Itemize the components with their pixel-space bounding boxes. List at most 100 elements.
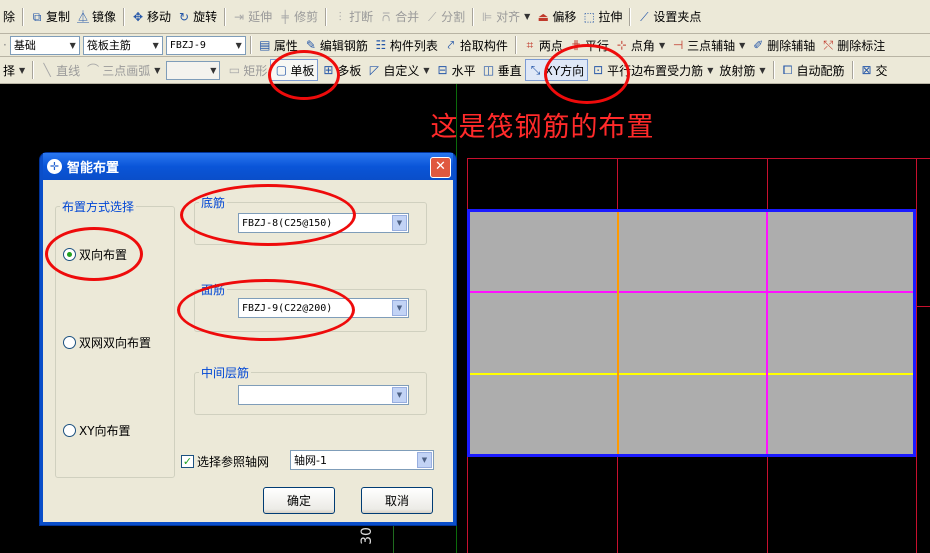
copy-button[interactable]: ⧉ 复制 <box>27 6 73 28</box>
ref-axis-checkbox[interactable]: ✓ 选择参照轴网 <box>181 453 269 470</box>
toolbar-separator <box>772 61 774 79</box>
extend-button[interactable]: ⇥ 延伸 <box>229 6 275 28</box>
trim-button[interactable]: ╪ 修剪 <box>275 6 321 28</box>
layer-select[interactable]: 基础 ▼ <box>9 35 80 55</box>
toolbar-separator <box>514 36 516 54</box>
rotate-icon: ↻ <box>179 9 190 24</box>
bottom-rebar-line[interactable] <box>470 373 913 375</box>
grid-line <box>467 158 930 159</box>
axis-grid-select[interactable]: 轴网-1 ▼ <box>290 450 434 470</box>
line-icon: ╲ <box>43 63 51 77</box>
split-icon: ⟋ <box>427 9 437 24</box>
radio-double-mesh[interactable]: 双网双向布置 <box>63 334 151 351</box>
custom-button[interactable]: ◸ 自定义 ▼ <box>364 59 432 81</box>
chevron-down-icon: ▼ <box>392 387 407 403</box>
dropdown-arrow-icon: ▼ <box>423 65 430 75</box>
offset-icon: ⏏ <box>537 9 549 24</box>
rectangle-icon: ▭ <box>228 63 241 77</box>
move-icon: ✥ <box>133 9 144 24</box>
grid-line <box>916 158 917 553</box>
toolbar-separator <box>32 61 34 79</box>
pick-icon: ⤤ <box>447 38 455 52</box>
close-icon: ✕ <box>435 159 446 174</box>
intersect-icon: ⊠ <box>861 63 872 77</box>
rebar-type-select[interactable]: 筏板主筋 ▼ <box>82 35 163 55</box>
cancel-button[interactable]: 取消 <box>361 487 433 514</box>
copy-icon: ⧉ <box>32 9 42 24</box>
dialog-title-bar[interactable]: ✛ 智能布置 <box>43 153 453 180</box>
component-name-select[interactable]: FBZJ-9 ▼ <box>165 35 246 55</box>
middle-rebar-select[interactable]: ▼ <box>238 385 409 405</box>
split-button[interactable]: ⟋ 分割 <box>422 6 468 28</box>
arc-icon: ⌒ <box>87 63 100 77</box>
ok-button[interactable]: 确定 <box>263 487 335 514</box>
toolbar-separator <box>851 61 853 79</box>
delete-label-icon: ⤲ <box>823 38 834 52</box>
offset-button[interactable]: ⏏ 偏移 <box>533 6 579 28</box>
dropdown-arrow-icon: ▼ <box>524 12 531 21</box>
axis-line <box>456 84 457 553</box>
toolbar-separator <box>472 7 474 26</box>
toolbar-separator <box>249 36 251 54</box>
stretch-button[interactable]: ⬚ 拉伸 <box>579 6 625 28</box>
radio-xy[interactable]: XY向布置 <box>63 422 131 439</box>
list-icon: ☷ <box>375 38 387 52</box>
highlight-ring-single-slab <box>268 50 340 100</box>
radio-indicator <box>63 424 76 437</box>
point-angle-icon: ⊹ <box>616 38 627 52</box>
custom-icon: ◸ <box>369 63 380 77</box>
align-button[interactable]: ⊫ 对齐 ▼ <box>477 6 533 28</box>
top-rebar-line-vertical[interactable] <box>766 212 768 454</box>
toolbar-separator <box>325 7 327 26</box>
dimension-label: 30 <box>358 527 375 545</box>
line-button[interactable]: ╲ 直线 <box>37 59 83 81</box>
pick-component-button[interactable]: ⤤ 拾取构件 <box>441 34 511 56</box>
rectangle-button[interactable]: ▭ 矩形 <box>224 59 270 81</box>
arc-mode-select[interactable]: ▼ <box>166 60 221 80</box>
mirror-button[interactable]: ⏅ 镜像 <box>73 6 119 28</box>
three-point-aux-button[interactable]: ⊣ 三点辅轴 ▼ <box>668 34 748 56</box>
select-button[interactable]: 择 ▼ <box>0 59 28 81</box>
mirror-icon: ⏅ <box>77 9 90 24</box>
component-list-button[interactable]: ☷ 构件列表 <box>371 34 441 56</box>
xy-direction-icon: ⤡ <box>530 63 541 77</box>
horizontal-button[interactable]: ⊟ 水平 <box>433 59 479 81</box>
draw-toolbar: 择 ▼ ╲ 直线 ⌒ 三点画弧 ▼ ▼ ▭ 矩形 ▢ 单板 ⊞ 多板 ◸ 自定义 ▼ ⊟ 水平 ◫ 垂… <box>0 57 930 84</box>
highlight-ring-top-rebar <box>177 279 355 341</box>
top-rebar-line[interactable] <box>470 291 913 293</box>
rotate-button[interactable]: ↻ 旋转 <box>174 6 220 28</box>
dropdown-arrow-icon: ▼ <box>739 40 746 50</box>
break-icon: ⫶ <box>338 9 342 24</box>
auto-rebar-icon: ⧠ <box>782 63 793 77</box>
highlight-ring-bidirectional <box>45 227 143 281</box>
merge-button[interactable]: ⩃ 合并 <box>376 6 422 28</box>
delete-aux-button[interactable]: ✐ 删除辅轴 <box>748 34 818 56</box>
trim-icon: ╪ <box>281 9 289 24</box>
radial-rebar-button[interactable]: 放射筋 ▼ <box>716 59 768 81</box>
edit-toolbar: 除 ⧉ 复制 ⏅ 镜像 ✥ 移动 ↻ 旋转 ⇥ 延伸 ╪ 修剪 ⫶ 打断 ⩃ 合并 ⟋ 分割 ⊫ 对… <box>0 0 930 34</box>
move-button[interactable]: ✥ 移动 <box>128 6 174 28</box>
dialog-title: 智能布置 <box>67 161 120 176</box>
highlight-ring-xy-direction <box>544 44 630 104</box>
set-grip-button[interactable]: ⟋ 设置夹点 <box>634 6 704 28</box>
properties-icon: ▤ <box>259 38 271 52</box>
bottom-rebar-line-vertical[interactable] <box>617 212 619 454</box>
close-button[interactable]: ✕ <box>430 157 451 178</box>
three-point-arc-button[interactable]: ⌒ 三点画弧 ▼ <box>83 59 163 81</box>
dropdown-arrow-icon: ▼ <box>235 40 242 50</box>
raft-slab[interactable] <box>467 209 916 457</box>
three-point-icon: ⊣ <box>672 38 684 52</box>
delete-button[interactable]: 除 <box>0 6 18 28</box>
toolbar-separator <box>629 7 631 26</box>
align-icon: ⊫ <box>481 9 493 24</box>
point-angle-button[interactable]: ⊹ 点角 ▼ <box>612 34 668 56</box>
break-button[interactable]: ⫶ 打断 <box>330 6 376 28</box>
vertical-button[interactable]: ◫ 垂直 <box>479 59 525 81</box>
auto-rebar-button[interactable]: ⧠ 自动配筋 <box>778 59 848 81</box>
toolbar-separator <box>224 7 226 26</box>
intersect-button[interactable]: ⊠ 交 <box>857 59 891 81</box>
layout-mode-label: 布置方式选择 <box>62 200 135 214</box>
component-toolbar: · 基础 ▼ 筏板主筋 ▼ FBZJ-9 ▼ ▤ 属性 ✎ 编辑钢筋 ☷ 构件列表 ⤤ 拾取构… <box>0 34 930 57</box>
delete-label-button[interactable]: ⤲ 删除标注 <box>818 34 888 56</box>
middle-rebar-label: 中间层筋 <box>201 366 250 380</box>
